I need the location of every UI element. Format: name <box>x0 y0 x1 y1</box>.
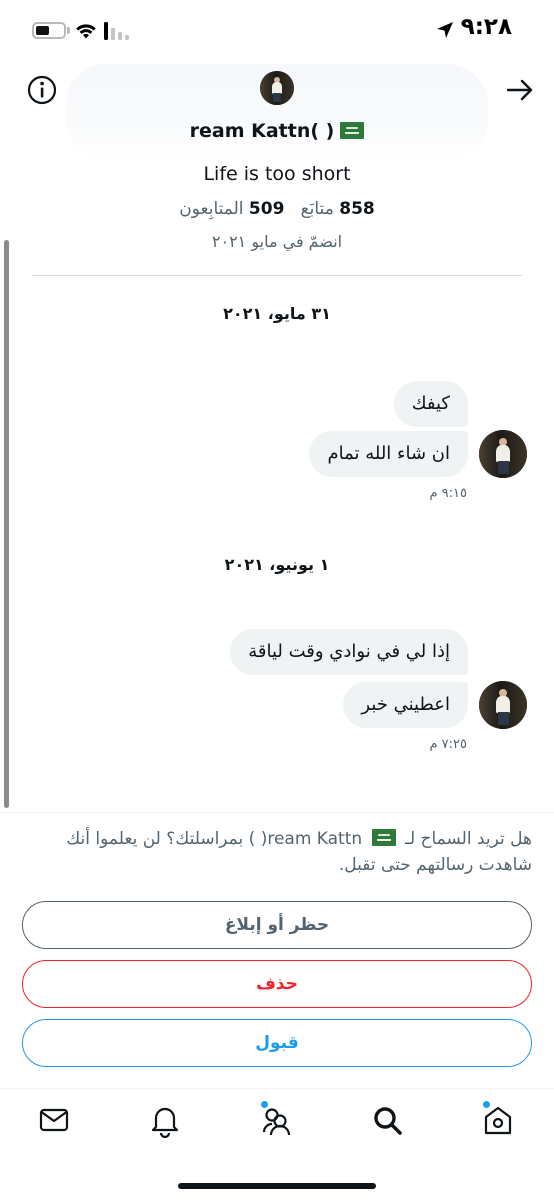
accept-button[interactable]: قبول <box>22 1019 532 1067</box>
sender-avatar[interactable] <box>479 681 527 729</box>
sender-avatar[interactable] <box>479 430 527 478</box>
profile-name[interactable]: ream Kattn( ) <box>0 120 554 142</box>
message-bubble[interactable]: إذا لي في نوادي وقت لياقة <box>230 629 468 675</box>
scrollbar[interactable] <box>4 240 9 808</box>
date-separator: ٣١ مايو، ٢٠٢١ <box>223 304 331 323</box>
following-count: 858 <box>339 199 375 219</box>
message-time: ٧:٢٥ م <box>429 737 467 752</box>
search-icon[interactable] <box>369 1102 405 1138</box>
message-time: ٩:١٥ م <box>429 486 467 501</box>
mail-icon[interactable] <box>36 1102 72 1138</box>
home-indicator[interactable] <box>178 1183 376 1189</box>
followers-count: 509 <box>248 199 285 219</box>
message-request-text: هل تريد السماح لـ ream Kattn( ) بمراسلتك… <box>24 826 532 878</box>
profile-stats: 858 متابَع 509 المتابِعون <box>0 199 554 219</box>
wifi-icon <box>76 24 96 39</box>
battery-level <box>36 26 49 35</box>
signal-icon <box>104 22 129 40</box>
status-time: ٩:٢٨ <box>460 14 512 40</box>
location-arrow-icon <box>437 22 453 38</box>
joined-date: انضمّ في مايو ٢٠٢١ <box>211 232 343 251</box>
followers-label[interactable]: المتابِعون <box>179 199 243 219</box>
info-icon[interactable] <box>26 74 58 106</box>
prompt-divider <box>0 812 554 813</box>
following-label[interactable]: متابَع <box>301 199 334 219</box>
block-report-button[interactable]: حظر أو إبلاغ <box>22 901 532 949</box>
message-bubble[interactable]: ان شاء الله تمام <box>309 431 468 477</box>
saudi-flag-icon <box>340 122 365 139</box>
people-notification-dot <box>261 1101 268 1108</box>
battery-tip <box>67 27 70 34</box>
message-bubble[interactable]: اعطيني خبر <box>343 682 468 728</box>
bell-icon[interactable] <box>147 1102 183 1138</box>
profile-name-text: ream Kattn( ) <box>189 120 335 142</box>
request-text-name: ream Kattn( ) <box>248 829 363 849</box>
arrow-right-icon[interactable] <box>504 74 536 106</box>
delete-button[interactable]: حذف <box>22 960 532 1008</box>
message-bubble[interactable]: كيفك <box>393 381 468 427</box>
profile-bio: Life is too short <box>203 163 351 185</box>
home-notification-dot <box>483 1101 490 1108</box>
battery-icon <box>32 22 66 39</box>
status-bar: ٩:٢٨ <box>0 0 554 62</box>
profile-avatar[interactable] <box>260 71 294 105</box>
header-divider <box>32 275 522 276</box>
date-separator: ١ يونيو، ٢٠٢١ <box>224 555 330 574</box>
tab-bar-divider <box>0 1088 554 1089</box>
saudi-flag-icon <box>371 829 396 846</box>
request-text-before: هل تريد السماح لـ <box>404 829 532 849</box>
